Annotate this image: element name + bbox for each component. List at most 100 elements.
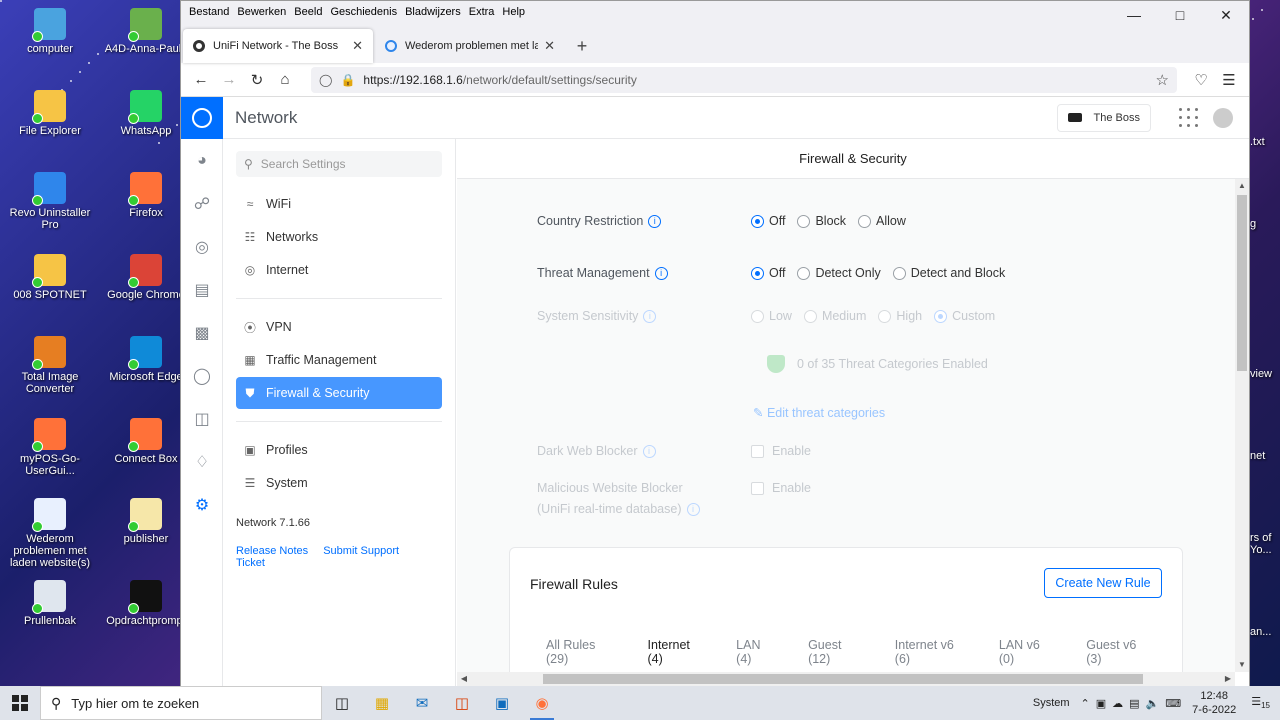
task-view-icon[interactable]: ◫ (322, 686, 362, 720)
forward-icon[interactable]: → (215, 66, 243, 94)
system-log-icon[interactable]: ◫ (181, 397, 223, 440)
scroll-thumb[interactable] (1237, 195, 1247, 371)
rule-tab[interactable]: LAN (4) (736, 638, 776, 666)
radio-icon[interactable] (892, 266, 906, 280)
radio-icon[interactable] (934, 309, 948, 323)
dark-web-checkbox[interactable] (751, 444, 764, 458)
keyboard-icon[interactable]: ⌨ (1165, 697, 1181, 710)
rule-tab[interactable]: LAN v6 (0) (999, 638, 1054, 666)
settings-item-networks[interactable]: ☷ Networks (236, 221, 442, 253)
volume-icon[interactable]: 🔈 (1146, 697, 1160, 710)
radio-icon[interactable] (797, 266, 811, 280)
bookmark-star-icon[interactable]: ☆ (1156, 71, 1169, 89)
radio-icon[interactable] (858, 214, 872, 228)
radio-icon[interactable] (878, 309, 892, 323)
clock[interactable]: 12:48 7-6-2022 (1192, 689, 1236, 717)
desktop-icon[interactable]: myPOS-Go-UserGui... (2, 416, 98, 494)
dashboard-icon[interactable]: ◕ (181, 139, 223, 182)
rule-tab[interactable]: Guest (12) (808, 638, 863, 666)
rule-tab[interactable]: Internet v6 (6) (895, 638, 967, 666)
threat-option-off[interactable]: Off (751, 263, 785, 283)
outlook-taskbar-icon[interactable]: ▣ (482, 686, 522, 720)
info-icon[interactable]: i (686, 503, 700, 517)
desktop-icon[interactable]: Revo Uninstaller Pro (2, 170, 98, 248)
settings-item-firewall-security[interactable]: ⛊ Firewall & Security (236, 377, 442, 409)
system-label[interactable]: System (1033, 697, 1070, 709)
vertical-scrollbar[interactable]: ▲ ▼ (1235, 179, 1249, 672)
clients-icon[interactable]: ▤ (181, 268, 223, 311)
mail-taskbar-icon[interactable]: ✉ (402, 686, 442, 720)
home-icon[interactable]: ⌂ (271, 66, 299, 94)
scroll-left-icon[interactable]: ◀ (457, 672, 471, 686)
country-option-block[interactable]: Block (797, 211, 846, 231)
menu-beeld[interactable]: Beeld (294, 6, 322, 18)
chevron-up-icon[interactable]: ⌃ (1081, 697, 1090, 710)
info-icon[interactable]: i (648, 215, 662, 229)
desktop-icon[interactable]: Wederom problemen met laden website(s) (2, 496, 98, 574)
sensitivity-option-high[interactable]: High (878, 306, 922, 326)
desktop-icon[interactable]: 008 SPOTNET (2, 252, 98, 330)
desktop-icon-label[interactable]: net (1250, 450, 1280, 462)
settings-item-wifi[interactable]: ≈ WiFi (236, 188, 442, 220)
file-explorer-taskbar-icon[interactable]: ▦ (362, 686, 402, 720)
pocket-icon[interactable]: ♡ (1187, 66, 1215, 94)
radio-icon[interactable] (797, 214, 811, 228)
menu-bestand[interactable]: Bestand (189, 6, 229, 18)
settings-gear-icon[interactable]: ⚙ (181, 483, 223, 526)
scroll-down-icon[interactable]: ▼ (1235, 658, 1249, 672)
tab-unifi[interactable]: UniFi Network - The Boss ✕ (183, 29, 373, 63)
threat-option-detect-and-block[interactable]: Detect and Block (892, 263, 1005, 283)
desktop-icon-label[interactable]: rs of Yo... (1250, 532, 1280, 556)
back-icon[interactable]: ← (187, 66, 215, 94)
unifi-logo-icon[interactable] (181, 96, 223, 139)
new-tab-icon[interactable]: + (567, 29, 597, 63)
lock-icon[interactable]: 🔒 (340, 73, 355, 87)
radio-icon[interactable] (751, 214, 764, 228)
info-icon[interactable]: i (654, 267, 668, 281)
desktop-icon-label[interactable]: g (1250, 218, 1280, 230)
radio-icon[interactable] (751, 309, 764, 323)
avatar[interactable] (1213, 107, 1233, 128)
settings-item-internet[interactable]: ◎ Internet (236, 254, 442, 286)
menu-bewerken[interactable]: Bewerken (237, 6, 286, 18)
menu-bladwijzers[interactable]: Bladwijzers (405, 6, 461, 18)
tracking-shield-icon[interactable]: ◯ (319, 73, 332, 87)
notifications-icon[interactable]: ☰15 (1251, 695, 1270, 710)
desktop-icon[interactable]: Prullenbak (2, 578, 98, 656)
menu-geschiedenis[interactable]: Geschiedenis (330, 6, 397, 18)
horizontal-scrollbar[interactable]: ◀ ▶ (457, 672, 1235, 686)
radio-icon[interactable] (751, 266, 764, 280)
network-icon[interactable]: ▤ (1129, 697, 1139, 710)
edit-threat-categories-link[interactable]: ✎ Edit threat categories (753, 405, 885, 420)
country-option-allow[interactable]: Allow (858, 211, 906, 231)
menu-extra[interactable]: Extra (469, 6, 495, 18)
console-selector[interactable]: The Boss (1056, 103, 1151, 132)
scroll-right-icon[interactable]: ▶ (1221, 672, 1235, 686)
rule-tab[interactable]: All Rules (29) (546, 638, 616, 666)
desktop-icon-label[interactable]: .txt (1250, 136, 1280, 148)
settings-item-vpn[interactable]: ⦿ VPN (236, 311, 442, 343)
tab-wederom[interactable]: Wederom problemen met laden ✕ (375, 29, 565, 63)
desktop-icon[interactable]: computer (2, 6, 98, 84)
desktop-icon[interactable]: File Explorer (2, 88, 98, 166)
settings-item-traffic-management[interactable]: ▦ Traffic Management (236, 344, 442, 376)
malicious-checkbox[interactable] (751, 481, 764, 495)
url-bar[interactable]: ◯ 🔒 https://192.168.1.6/network/default/… (311, 66, 1177, 93)
windows-start-icon[interactable] (0, 686, 40, 720)
scroll-thumb[interactable] (543, 674, 1143, 684)
onedrive-icon[interactable]: ☁ (1112, 697, 1123, 710)
sensitivity-option-low[interactable]: Low (751, 306, 792, 326)
scroll-up-icon[interactable]: ▲ (1235, 179, 1249, 193)
create-new-rule-button[interactable]: Create New Rule (1044, 568, 1162, 598)
office-taskbar-icon[interactable]: ◫ (442, 686, 482, 720)
menu-help[interactable]: Help (502, 6, 525, 18)
close-tab-icon[interactable]: ✕ (544, 38, 555, 54)
devices-icon[interactable]: ◎ (181, 225, 223, 268)
statistics-icon[interactable]: ▩ (181, 311, 223, 354)
taskbar-search-input[interactable]: ⚲ Typ hier om te zoeken (40, 686, 322, 720)
alerts-bell-icon[interactable]: ♢ (181, 440, 223, 483)
settings-item-system[interactable]: ☰ System (236, 467, 442, 499)
meet-icon[interactable]: ▣ (1096, 697, 1106, 710)
country-option-off[interactable]: Off (751, 211, 785, 231)
hamburger-menu-icon[interactable]: ☰ (1215, 66, 1243, 94)
